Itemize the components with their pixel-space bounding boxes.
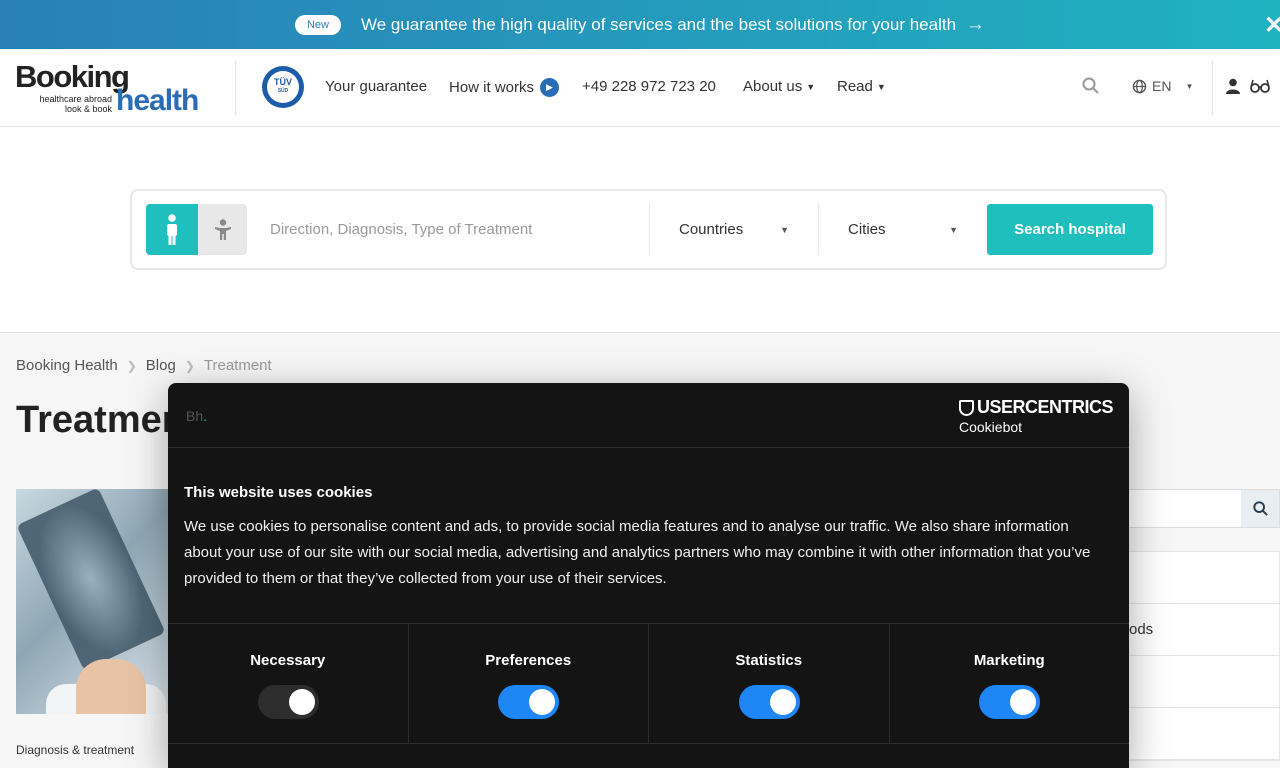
chevron-down-icon: ▼ [949, 224, 958, 235]
header-divider [1212, 61, 1213, 115]
search-icon[interactable] [1241, 490, 1279, 527]
search-divider [649, 204, 650, 255]
nav-about-us-label: About us [743, 78, 803, 95]
logo-tagline-line1: healthcare abroad [39, 94, 112, 104]
phone-number: +49 228 972 723 20 [582, 78, 716, 95]
hospital-search-form: Countries ▼ Cities ▼ Search hospital [130, 189, 1167, 270]
new-badge: New [294, 14, 341, 35]
page-title: Treatments [16, 399, 168, 441]
sidebar-item[interactable]: ods [1129, 604, 1279, 656]
breadcrumb-home[interactable]: Booking Health [16, 357, 118, 374]
cities-select[interactable]: Cities ▼ [848, 204, 958, 255]
toggle-knob [1010, 689, 1037, 715]
user-icon[interactable] [1226, 78, 1240, 99]
logo-tagline: healthcare abroad look & book [30, 94, 112, 114]
arrow-right-icon[interactable]: → [966, 14, 985, 36]
logo-tagline-line2: look & book [64, 104, 112, 114]
announcement-message[interactable]: We guarantee the high quality of service… [361, 15, 956, 35]
category-label: Preferences [485, 652, 572, 669]
category-label: Statistics [735, 652, 803, 669]
tuv-certificate-icon[interactable]: TÜV SÜD [262, 66, 304, 108]
nav-your-guarantee-label: Your guarantee [325, 78, 428, 95]
category-label: Marketing [973, 652, 1045, 669]
logo-word-health: health [116, 84, 199, 117]
nav-phone[interactable]: +49 228 972 723 20 [582, 78, 716, 95]
article-image[interactable] [16, 489, 169, 714]
breadcrumb-current: Treatment [203, 357, 272, 374]
xray-film [16, 489, 166, 671]
chevron-right-icon: ❯ [126, 358, 137, 373]
statistics-toggle[interactable] [738, 685, 800, 719]
countries-select[interactable]: Countries ▼ [679, 204, 789, 255]
cookie-category-marketing: Marketing [890, 624, 1130, 743]
play-icon: ▶ [540, 78, 560, 97]
toggle-knob [529, 689, 556, 715]
close-icon[interactable]: ✕ [1264, 11, 1280, 40]
sidebar-item[interactable] [1129, 552, 1279, 604]
language-selector[interactable]: EN ▼ [1132, 78, 1193, 94]
search-input[interactable] [260, 204, 650, 255]
adult-toggle[interactable] [146, 204, 198, 255]
sidebar-category-list: ods [1128, 551, 1280, 761]
globe-icon [1132, 79, 1147, 93]
cities-label: Cities [848, 221, 886, 238]
toggle-knob [288, 689, 315, 715]
marketing-toggle[interactable] [979, 685, 1041, 719]
cookie-dialog-header: Bh. USERCENTRICS Cookiebot [168, 383, 1129, 448]
breadcrumb-blog[interactable]: Blog [146, 357, 176, 374]
cookie-consent-dialog: Bh. USERCENTRICS Cookiebot This website … [168, 383, 1129, 768]
nav-your-guarantee[interactable]: Your guarantee [325, 78, 427, 95]
site-header: Booking healthcare abroad look & book he… [0, 49, 1280, 127]
chevron-down-icon: ▼ [1185, 81, 1194, 91]
breadcrumb: Booking Health ❯ Blog ❯ Treatment [16, 357, 272, 374]
brand-short: Bh [186, 408, 204, 424]
announcement-bar[interactable]: New We guarantee the high quality of ser… [0, 0, 1280, 49]
search-divider [818, 204, 819, 255]
glasses-icon[interactable] [1250, 79, 1270, 98]
preferences-toggle[interactable] [498, 685, 560, 719]
child-toggle[interactable] [198, 204, 247, 255]
cookie-body: We use cookies to personalise content an… [184, 518, 1091, 587]
nav-about-us[interactable]: About us ▼ [743, 78, 815, 95]
chevron-right-icon: ❯ [184, 358, 195, 373]
language-label: EN [1152, 78, 1172, 94]
search-icon[interactable] [1082, 77, 1099, 99]
tuv-text: TÜV [274, 77, 292, 87]
chevron-down-icon: ▼ [876, 81, 886, 92]
sidebar-search[interactable] [1128, 489, 1280, 528]
provider-sub: Cookiebot [958, 419, 1023, 435]
cookie-category-necessary: Necessary [168, 624, 409, 743]
child-icon [214, 218, 231, 240]
nav-read[interactable]: Read ▼ [837, 78, 886, 95]
cookie-category-preferences: Preferences [409, 624, 649, 743]
cookie-title: This website uses cookies [184, 484, 373, 501]
logo-word-booking: Booking [15, 59, 130, 94]
tuv-subtext: SÜD [277, 88, 289, 94]
countries-label: Countries [679, 221, 744, 238]
nav-how-it-works[interactable]: How it works ▶ [449, 78, 560, 97]
article-category[interactable]: Diagnosis & treatment [16, 743, 134, 757]
sidebar-item[interactable] [1129, 656, 1279, 708]
nav-how-it-works-label: How it works [449, 79, 535, 96]
adult-icon [167, 213, 177, 245]
doctor-hand [76, 659, 146, 714]
search-hospital-button[interactable]: Search hospital [987, 204, 1153, 255]
provider-name: USERCENTRICS [976, 397, 1114, 417]
cookie-categories: Necessary Preferences Statistics Marketi… [168, 623, 1129, 744]
sidebar-item[interactable] [1129, 708, 1279, 760]
cookie-category-statistics: Statistics [649, 624, 890, 743]
shield-icon [958, 399, 974, 416]
site-brand-mark: Bh. [186, 408, 207, 424]
chevron-down-icon: ▼ [780, 224, 789, 235]
necessary-toggle [257, 685, 319, 719]
chevron-down-icon: ▼ [806, 81, 816, 92]
category-label: Necessary [250, 652, 326, 669]
brand-dot: . [203, 408, 208, 424]
nav-read-label: Read [837, 78, 873, 95]
toggle-knob [769, 689, 796, 715]
header-divider [235, 61, 236, 115]
usercentrics-logo[interactable]: USERCENTRICS Cookiebot [958, 397, 1114, 435]
booking-health-logo[interactable]: Booking healthcare abroad look & book he… [15, 59, 205, 117]
